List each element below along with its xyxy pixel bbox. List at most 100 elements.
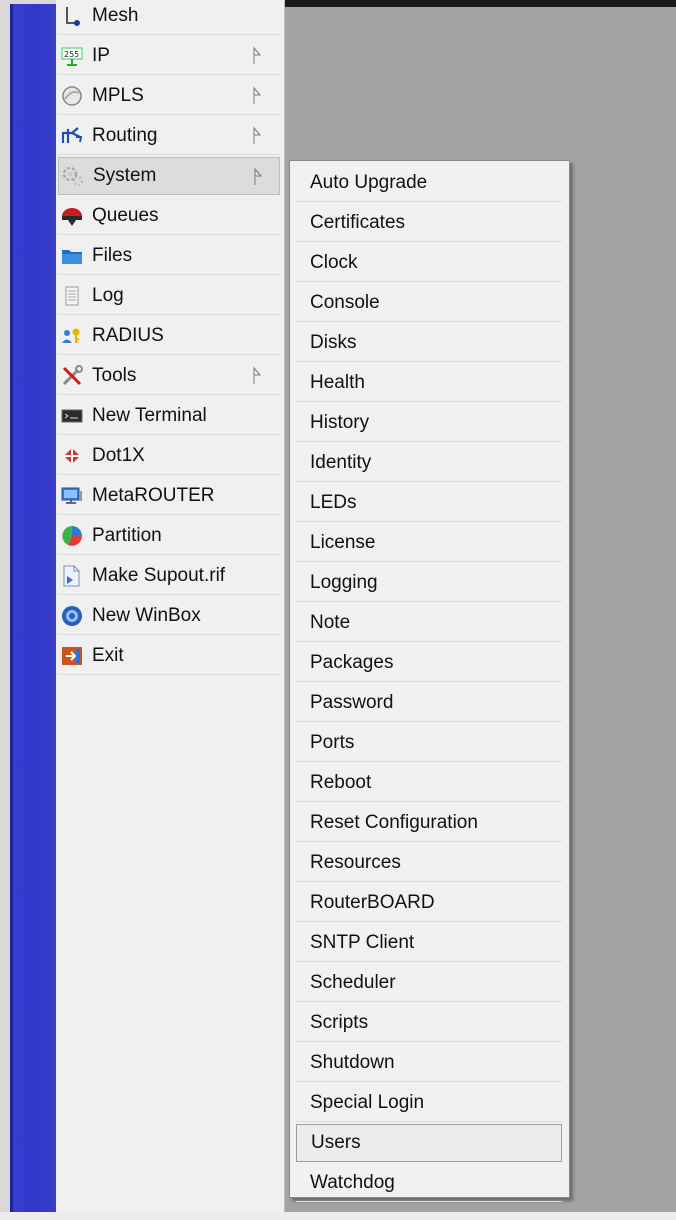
menu-item-label: RADIUS: [92, 324, 164, 346]
submenu-item-label: Certificates: [310, 211, 406, 233]
system-gear-icon: [59, 164, 87, 188]
menu-item-tools[interactable]: Tools: [58, 357, 280, 395]
submenu-item-reboot[interactable]: Reboot: [296, 764, 562, 802]
submenu-item-special-login[interactable]: Special Login: [296, 1084, 562, 1122]
submenu-item-label: Auto Upgrade: [310, 171, 428, 193]
menu-item-queues[interactable]: Queues: [58, 197, 280, 235]
submenu-item-sntp-client[interactable]: SNTP Client: [296, 924, 562, 962]
menu-item-label: IP: [92, 44, 110, 66]
menu-item-label: Queues: [92, 204, 159, 226]
submenu-item-license[interactable]: License: [296, 524, 562, 562]
winbox-icon: [58, 604, 86, 628]
submenu-item-scripts[interactable]: Scripts: [296, 1004, 562, 1042]
submenu-item-label: RouterBOARD: [310, 891, 435, 913]
submenu-item-history[interactable]: History: [296, 404, 562, 442]
menu-item-exit[interactable]: Exit: [58, 637, 280, 675]
menu-item-new-winbox[interactable]: New WinBox: [58, 597, 280, 635]
radius-users-icon: [58, 325, 86, 347]
submenu-item-health[interactable]: Health: [296, 364, 562, 402]
menu-item-new-terminal[interactable]: New Terminal: [58, 397, 280, 435]
submenu-item-label: Disks: [310, 331, 357, 353]
submenu-item-password[interactable]: Password: [296, 684, 562, 722]
ip-icon: 255: [58, 45, 86, 67]
submenu-item-label: Health: [310, 371, 365, 393]
submenu-item-reset-configuration[interactable]: Reset Configuration: [296, 804, 562, 842]
submenu-item-label: LEDs: [310, 491, 357, 513]
menu-item-mpls[interactable]: MPLS: [58, 77, 280, 115]
menu-item-label: Files: [92, 244, 133, 266]
submenu-item-label: Ports: [310, 731, 355, 753]
svg-text:255: 255: [64, 50, 79, 59]
submenu-item-identity[interactable]: Identity: [296, 444, 562, 482]
submenu-item-resources[interactable]: Resources: [296, 844, 562, 882]
menu-item-label: MPLS: [92, 84, 144, 106]
menu-item-label: Dot1X: [92, 444, 145, 466]
submenu-item-scheduler[interactable]: Scheduler: [296, 964, 562, 1002]
menu-item-label: Exit: [92, 644, 124, 666]
submenu-item-label: License: [310, 531, 376, 553]
submenu-item-label: History: [310, 411, 370, 433]
submenu-item-watchdog[interactable]: Watchdog: [296, 1164, 562, 1202]
menu-item-system[interactable]: System: [58, 157, 280, 195]
submenu-item-disks[interactable]: Disks: [296, 324, 562, 362]
menu-item-label: Routing: [92, 124, 158, 146]
submenu-item-label: Scripts: [310, 1011, 369, 1033]
submenu-item-label: Clock: [310, 251, 358, 273]
submenu-item-shutdown[interactable]: Shutdown: [296, 1044, 562, 1082]
dot1x-icon: [58, 445, 86, 467]
menu-item-metarouter[interactable]: MetaROUTER: [58, 477, 280, 515]
menu-item-label: System: [93, 165, 157, 186]
submenu-arrow-icon: [253, 167, 263, 192]
menu-item-radius[interactable]: RADIUS: [58, 317, 280, 355]
mesh-icon: [58, 5, 86, 27]
menu-item-label: Tools: [92, 364, 137, 386]
submenu-item-label: Packages: [310, 651, 394, 673]
submenu-item-routerboard[interactable]: RouterBOARD: [296, 884, 562, 922]
submenu-item-clock[interactable]: Clock: [296, 244, 562, 282]
menu-item-partition[interactable]: Partition: [58, 517, 280, 555]
submenu-item-label: Watchdog: [310, 1171, 395, 1193]
menu-item-label: Partition: [92, 524, 162, 546]
submenu-item-label: Password: [310, 691, 394, 713]
monitor-icon: [58, 485, 86, 507]
submenu-item-label: Scheduler: [310, 971, 396, 993]
terminal-icon: [58, 405, 86, 427]
mpls-icon: [58, 85, 86, 107]
submenu-item-users[interactable]: Users: [296, 1124, 562, 1162]
submenu-item-leds[interactable]: LEDs: [296, 484, 562, 522]
submenu-item-label: Identity: [310, 451, 372, 473]
menu-item-dot1x[interactable]: Dot1X: [58, 437, 280, 475]
submenu-item-logging[interactable]: Logging: [296, 564, 562, 602]
submenu-item-ports[interactable]: Ports: [296, 724, 562, 762]
menu-item-label: Log: [92, 284, 124, 306]
side-bar-edge: [10, 4, 13, 1212]
exit-icon: [58, 644, 86, 668]
menu-item-routing[interactable]: Routing: [58, 117, 280, 155]
submenu-item-label: Special Login: [310, 1091, 425, 1113]
log-document-icon: [58, 285, 86, 307]
menu-item-make-supout[interactable]: Make Supout.rif: [58, 557, 280, 595]
submenu-arrow-icon: [252, 46, 262, 71]
submenu-item-certificates[interactable]: Certificates: [296, 204, 562, 242]
submenu-item-console[interactable]: Console: [296, 284, 562, 322]
submenu-item-packages[interactable]: Packages: [296, 644, 562, 682]
winbox-side-bar: [10, 4, 56, 1212]
system-submenu: Auto Upgrade Certificates Clock Console …: [289, 160, 570, 1202]
submenu-item-label: Note: [310, 611, 351, 633]
menu-item-log[interactable]: Log: [58, 277, 280, 315]
submenu-item-auto-upgrade[interactable]: Auto Upgrade: [296, 164, 562, 202]
menu-item-label: MetaROUTER: [92, 484, 215, 506]
submenu-arrow-icon: [252, 126, 262, 151]
menu-item-ip[interactable]: 255 IP: [58, 37, 280, 75]
window-frame-bottom: [0, 1212, 676, 1220]
submenu-item-label: Resources: [310, 851, 401, 873]
submenu-item-label: SNTP Client: [310, 931, 415, 953]
menu-item-mesh[interactable]: Mesh: [58, 0, 280, 35]
routing-icon: [58, 125, 86, 147]
menu-item-label: Make Supout.rif: [92, 564, 226, 586]
submenu-item-note[interactable]: Note: [296, 604, 562, 642]
menu-item-files[interactable]: Files: [58, 237, 280, 275]
menu-item-label: Mesh: [92, 4, 139, 26]
tools-icon: [58, 364, 86, 388]
submenu-arrow-icon: [252, 366, 262, 391]
